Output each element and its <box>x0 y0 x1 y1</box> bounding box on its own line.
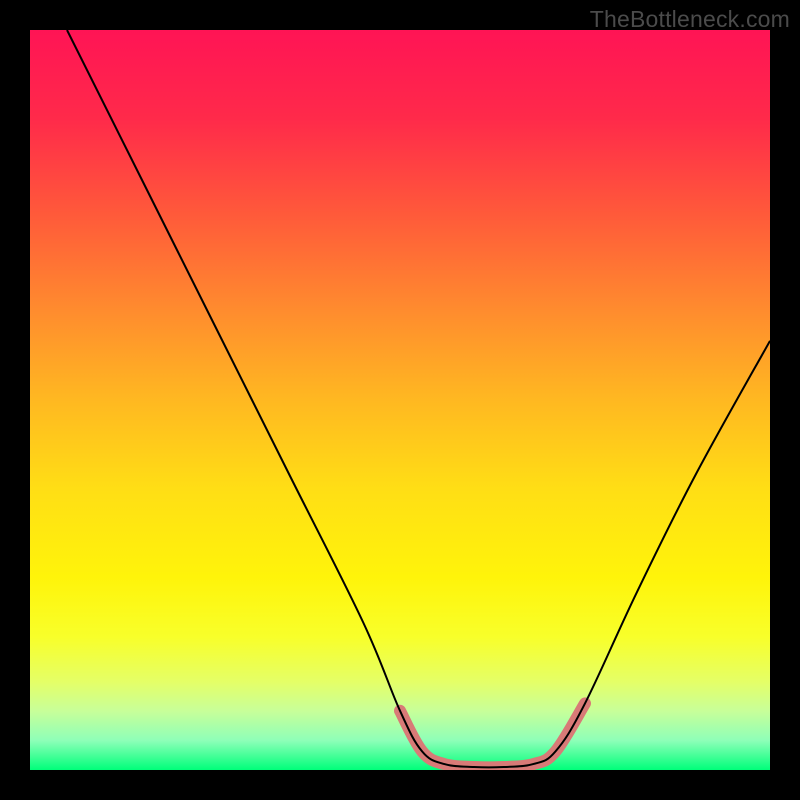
gradient-bg <box>30 30 770 770</box>
chart-stage: TheBottleneck.com <box>0 0 800 800</box>
plot-area <box>30 30 770 770</box>
chart-svg <box>30 30 770 770</box>
watermark-text: TheBottleneck.com <box>590 6 790 33</box>
